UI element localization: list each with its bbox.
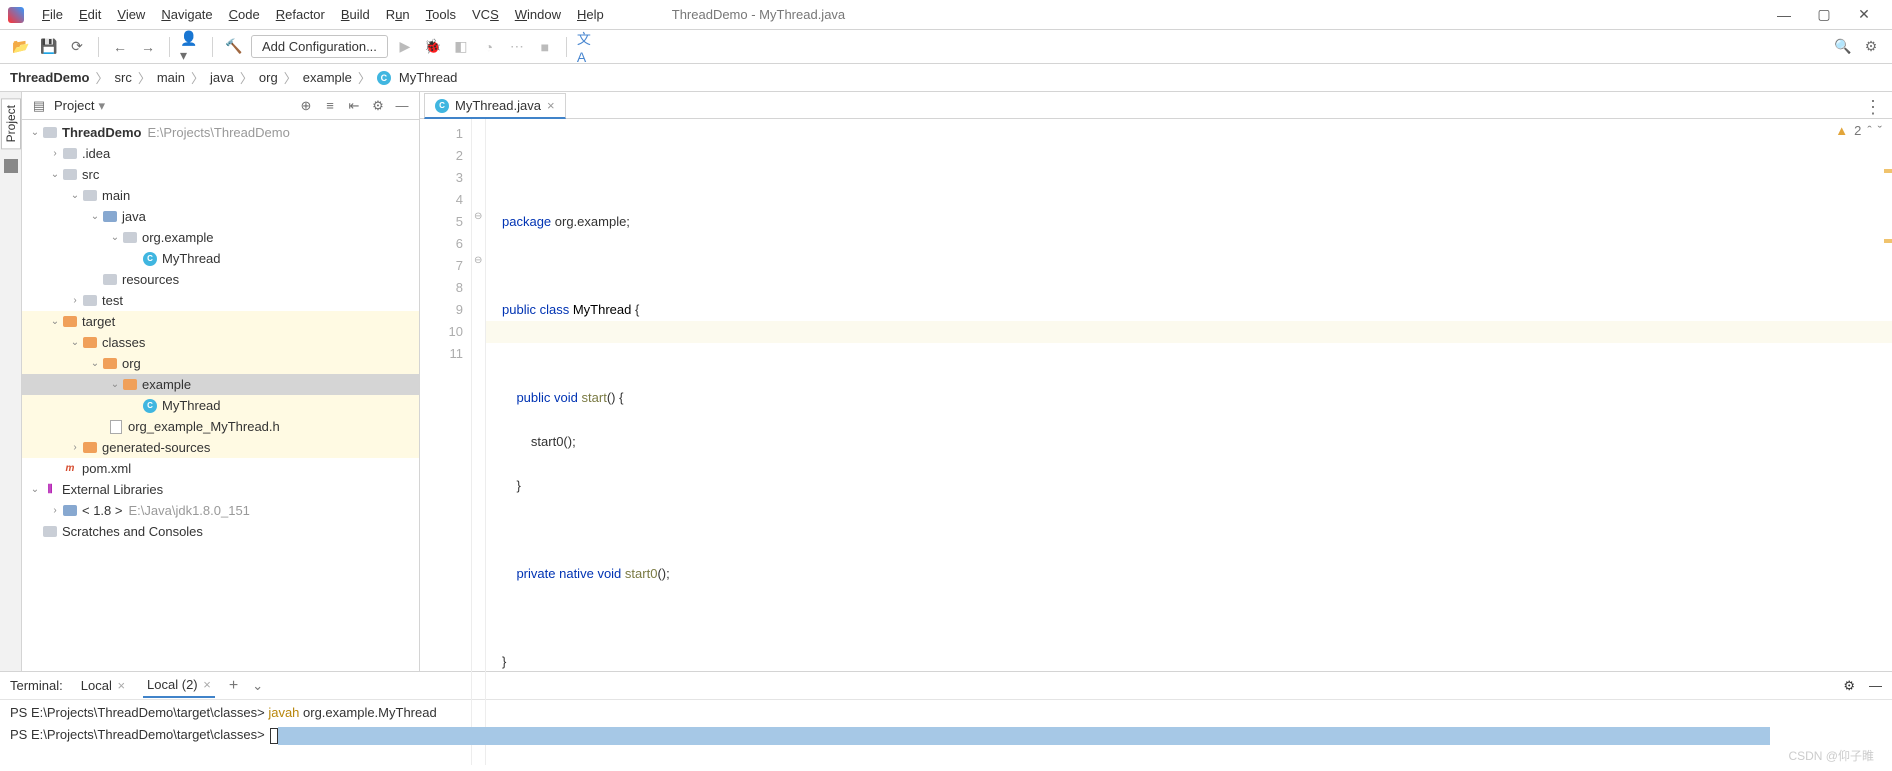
tree-src[interactable]: ⌄src: [22, 164, 419, 185]
crumb-org[interactable]: org: [259, 70, 278, 85]
search-icon[interactable]: 🔍: [1832, 36, 1854, 58]
editor-menu-icon[interactable]: ⋮: [1854, 97, 1892, 118]
tree-example[interactable]: ⌄example: [22, 374, 419, 395]
tree-jdk[interactable]: ›< 1.8 >E:\Java\jdk1.8.0_151: [22, 500, 419, 521]
tree-test[interactable]: ›test: [22, 290, 419, 311]
class-icon: C: [377, 71, 391, 85]
forward-icon[interactable]: →: [137, 36, 159, 58]
error-stripe[interactable]: [1880, 119, 1892, 765]
editor-tab[interactable]: C MyThread.java ×: [424, 93, 566, 119]
line-gutter: 1234567891011: [420, 119, 472, 765]
project-tree[interactable]: ⌄ThreadDemoE:\Projects\ThreadDemo ›.idea…: [22, 120, 419, 671]
fold-gutter[interactable]: ⊖ ⊖: [472, 119, 486, 765]
terminal-dropdown-icon[interactable]: ⌄: [252, 678, 263, 694]
translate-icon[interactable]: 文A: [577, 36, 599, 58]
debug-icon[interactable]: 🐞: [422, 36, 444, 58]
tree-classes[interactable]: ⌄classes: [22, 332, 419, 353]
attach-icon[interactable]: ⋯: [506, 36, 528, 58]
code-editor[interactable]: 1234567891011 ⊖ ⊖ package org.example; p…: [420, 119, 1892, 765]
new-terminal-icon[interactable]: +: [229, 677, 238, 695]
watermark: CSDN @仰子睢: [1788, 745, 1874, 767]
tree-header-file[interactable]: org_example_MyThread.h: [22, 416, 419, 437]
tree-main[interactable]: ⌄main: [22, 185, 419, 206]
prev-highlight-icon[interactable]: ˆ: [1867, 123, 1871, 138]
menu-run[interactable]: Run: [378, 4, 418, 25]
select-opened-icon[interactable]: ⊕: [297, 97, 315, 115]
structure-tool-icon[interactable]: [4, 159, 18, 173]
menu-file[interactable]: FFileile: [34, 4, 71, 25]
tree-external-libs[interactable]: ⌄⫼External Libraries: [22, 479, 419, 500]
crumb-file[interactable]: MyThread: [399, 70, 458, 85]
settings-icon[interactable]: ⚙: [1860, 36, 1882, 58]
tree-java[interactable]: ⌄java: [22, 206, 419, 227]
terminal-cursor: [270, 728, 278, 744]
warning-icon: ▲: [1835, 123, 1848, 138]
profile-icon[interactable]: ◔: [478, 36, 500, 58]
coverage-icon[interactable]: ◧: [450, 36, 472, 58]
maximize-button[interactable]: ▢: [1804, 6, 1844, 23]
breadcrumb: ThreadDemo〉 src〉 main〉 java〉 org〉 exampl…: [0, 64, 1892, 92]
crumb-example[interactable]: example: [303, 70, 352, 85]
tree-class-compiled[interactable]: CMyThread: [22, 395, 419, 416]
crumb-project[interactable]: ThreadDemo: [10, 70, 89, 85]
collapse-all-icon[interactable]: ⇤: [345, 97, 363, 115]
project-view-icon: ▤: [30, 97, 48, 115]
warning-count: 2: [1854, 123, 1861, 138]
menu-build[interactable]: Build: [333, 4, 378, 25]
close-tab-icon[interactable]: ×: [547, 98, 555, 113]
crumb-main[interactable]: main: [157, 70, 185, 85]
tree-idea[interactable]: ›.idea: [22, 143, 419, 164]
menu-help[interactable]: Help: [569, 4, 612, 25]
tree-scratches[interactable]: Scratches and Consoles: [22, 521, 419, 542]
menu-view[interactable]: View: [109, 4, 153, 25]
run-icon[interactable]: ▶: [394, 36, 416, 58]
menu-navigate[interactable]: Navigate: [153, 4, 220, 25]
run-config-selector[interactable]: Add Configuration...: [251, 35, 388, 58]
app-logo: [8, 7, 24, 23]
expand-all-icon[interactable]: ≡: [321, 97, 339, 115]
minimize-button[interactable]: —: [1764, 7, 1804, 23]
code-content[interactable]: package org.example; public class MyThre…: [502, 189, 1876, 717]
tree-pom[interactable]: mpom.xml: [22, 458, 419, 479]
tree-org[interactable]: ⌄org: [22, 353, 419, 374]
tree-package[interactable]: ⌄org.example: [22, 227, 419, 248]
tree-target[interactable]: ⌄target: [22, 311, 419, 332]
terminal-tab-local2[interactable]: Local (2) ×: [143, 673, 215, 698]
panel-settings-icon[interactable]: ⚙: [369, 97, 387, 115]
menu-tools[interactable]: Tools: [418, 4, 464, 25]
editor-tab-label: MyThread.java: [455, 98, 541, 113]
tree-generated-sources[interactable]: ›generated-sources: [22, 437, 419, 458]
panel-title[interactable]: Project: [54, 98, 94, 113]
close-button[interactable]: ✕: [1844, 6, 1884, 23]
hide-panel-icon[interactable]: —: [393, 97, 411, 115]
back-icon[interactable]: ←: [109, 36, 131, 58]
window-title: ThreadDemo - MyThread.java: [612, 7, 1764, 22]
menu-window[interactable]: Window: [507, 4, 569, 25]
crumb-src[interactable]: src: [114, 70, 131, 85]
hammer-icon[interactable]: 🔨: [223, 36, 245, 58]
menu-refactor[interactable]: Refactor: [268, 4, 333, 25]
crumb-java[interactable]: java: [210, 70, 234, 85]
tree-root[interactable]: ⌄ThreadDemoE:\Projects\ThreadDemo: [22, 122, 419, 143]
avatar-icon[interactable]: 👤▾: [180, 36, 202, 58]
open-icon[interactable]: 📂: [10, 36, 32, 58]
menu-code[interactable]: Code: [221, 4, 268, 25]
close-tab-icon[interactable]: ×: [203, 677, 211, 692]
close-tab-icon[interactable]: ×: [117, 678, 125, 693]
class-icon: C: [435, 99, 449, 113]
terminal-label: Terminal:: [10, 678, 63, 693]
menu-vcs[interactable]: VCS: [464, 4, 507, 25]
inspection-widget[interactable]: ▲2 ˆ ˇ: [1835, 123, 1882, 138]
tree-resources[interactable]: resources: [22, 269, 419, 290]
tree-class-src[interactable]: CMyThread: [22, 248, 419, 269]
stop-icon[interactable]: ■: [534, 36, 556, 58]
sync-icon[interactable]: ⟳: [66, 36, 88, 58]
save-icon[interactable]: 💾: [38, 36, 60, 58]
project-tool-tab[interactable]: Project: [1, 98, 21, 149]
terminal-tab-local[interactable]: Local ×: [77, 674, 129, 697]
menu-edit[interactable]: Edit: [71, 4, 109, 25]
